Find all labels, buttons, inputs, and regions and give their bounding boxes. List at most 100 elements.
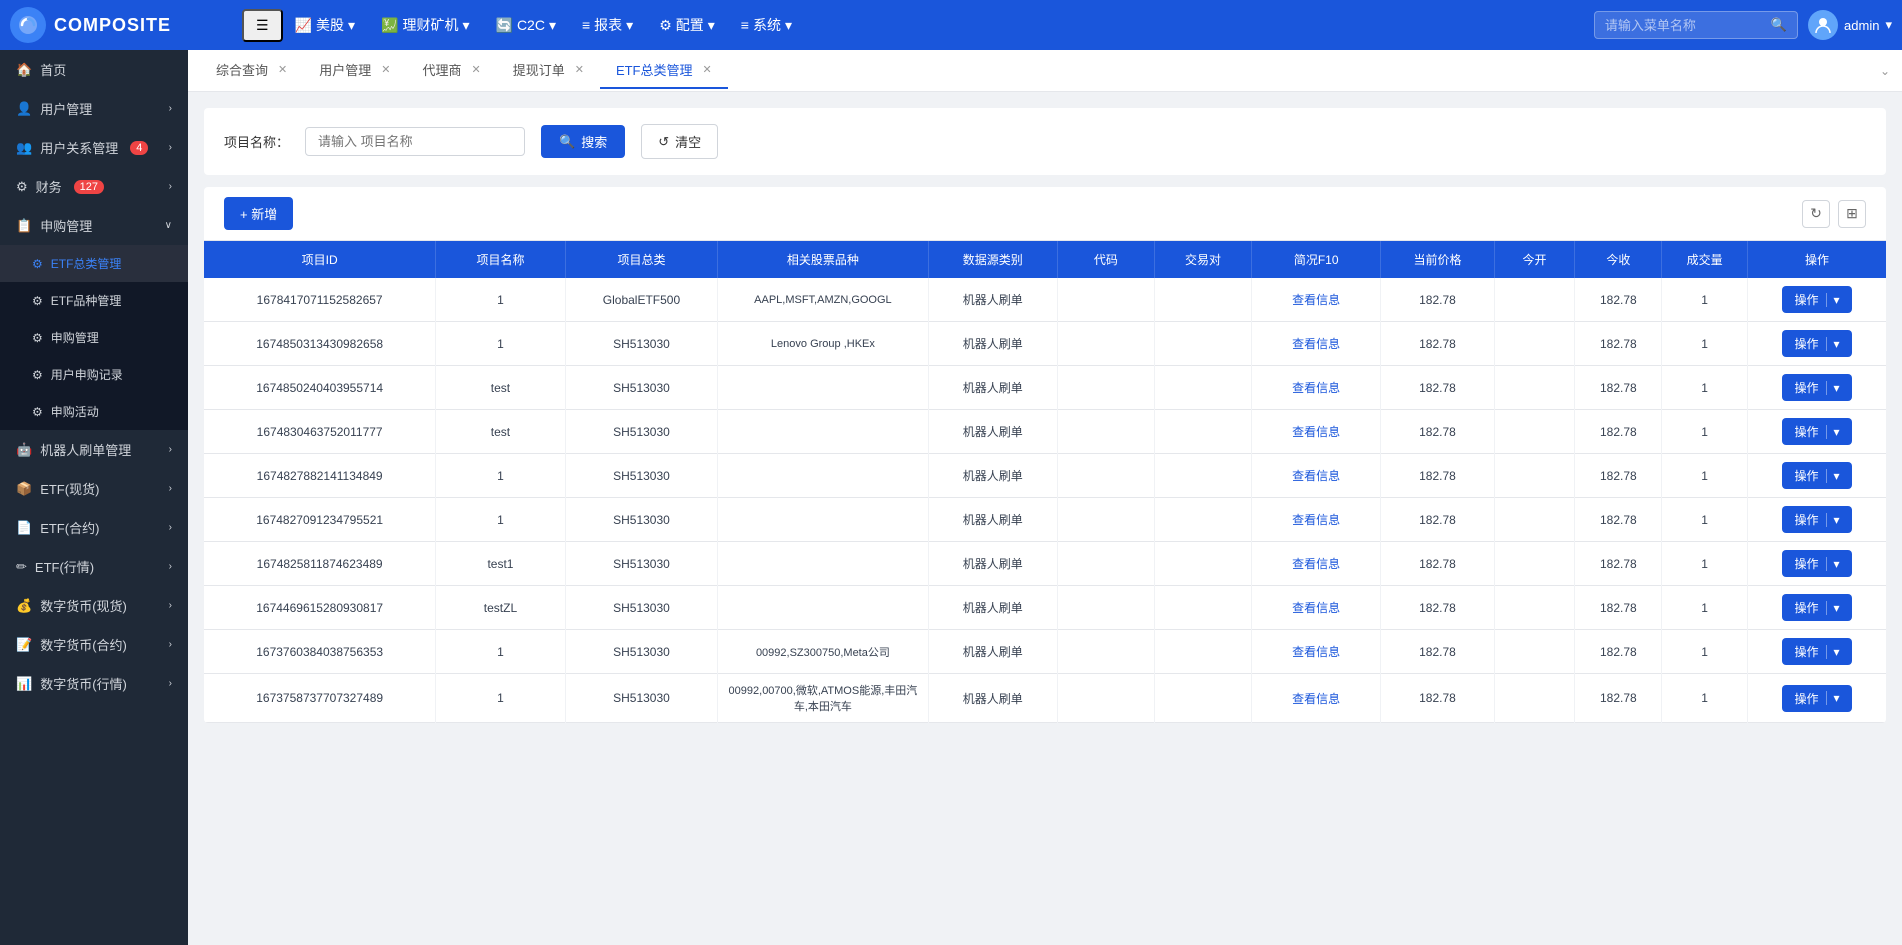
page-content: 项目名称： 🔍 搜索 ↺ 清空 + 新增 ↻ ⊞ bbox=[188, 92, 1902, 945]
operate-button[interactable]: 操作▾ bbox=[1782, 330, 1851, 357]
cell-f10[interactable]: 查看信息 bbox=[1251, 454, 1380, 498]
sidebar-item-subscription-mgmt[interactable]: ⚙ 申购管理 bbox=[0, 319, 188, 356]
cell-operate[interactable]: 操作▾ bbox=[1747, 586, 1886, 630]
search-button[interactable]: 🔍 搜索 bbox=[541, 125, 625, 158]
f10-link[interactable]: 查看信息 bbox=[1292, 425, 1340, 439]
f10-link[interactable]: 查看信息 bbox=[1292, 645, 1340, 659]
cell-open bbox=[1494, 586, 1575, 630]
cell-f10[interactable]: 查看信息 bbox=[1251, 278, 1380, 322]
sidebar-item-etf-category[interactable]: ⚙ ETF总类管理 bbox=[0, 245, 188, 282]
nav-item-mining[interactable]: 💹 理财矿机 ▾ bbox=[369, 9, 481, 41]
chevron-right-icon: › bbox=[169, 639, 172, 650]
nav-item-stocks[interactable]: 📈 美股 ▾ bbox=[283, 9, 367, 41]
cell-id: 1678417071152582657 bbox=[204, 278, 436, 322]
cell-id: 1674830463752011777 bbox=[204, 410, 436, 454]
clear-button[interactable]: ↺ 清空 bbox=[641, 124, 718, 159]
sidebar-item-user-relations[interactable]: 👥 用户关系管理 4 › bbox=[0, 128, 188, 167]
user-area[interactable]: admin ▾ bbox=[1808, 10, 1892, 40]
search-box[interactable]: 🔍 bbox=[1594, 11, 1798, 39]
cell-operate[interactable]: 操作▾ bbox=[1747, 366, 1886, 410]
cell-operate[interactable]: 操作▾ bbox=[1747, 410, 1886, 454]
tab-agent[interactable]: 代理商 ✕ bbox=[406, 52, 496, 89]
cell-operate[interactable]: 操作▾ bbox=[1747, 278, 1886, 322]
close-icon[interactable]: ✕ bbox=[575, 63, 584, 76]
cell-operate[interactable]: 操作▾ bbox=[1747, 542, 1886, 586]
chevron-down-icon: ▾ bbox=[1826, 293, 1839, 307]
cell-f10[interactable]: 查看信息 bbox=[1251, 586, 1380, 630]
operate-button[interactable]: 操作▾ bbox=[1782, 286, 1851, 313]
data-table-wrap: 项目ID 项目名称 项目总类 相关股票品种 数据源类别 代码 交易对 简况F10… bbox=[204, 241, 1886, 723]
sidebar-item-user-management[interactable]: 👤 用户管理 › bbox=[0, 89, 188, 128]
cell-open bbox=[1494, 630, 1575, 674]
f10-link[interactable]: 查看信息 bbox=[1292, 557, 1340, 571]
f10-link[interactable]: 查看信息 bbox=[1292, 513, 1340, 527]
cell-f10[interactable]: 查看信息 bbox=[1251, 322, 1380, 366]
search-input[interactable] bbox=[1605, 18, 1765, 33]
cell-open bbox=[1494, 322, 1575, 366]
cell-operate[interactable]: 操作▾ bbox=[1747, 454, 1886, 498]
f10-link[interactable]: 查看信息 bbox=[1292, 601, 1340, 615]
f10-link[interactable]: 查看信息 bbox=[1292, 381, 1340, 395]
nav-item-config[interactable]: ⚙ 配置 ▾ bbox=[647, 9, 727, 41]
operate-button[interactable]: 操作▾ bbox=[1782, 550, 1851, 577]
sidebar-item-home[interactable]: 🏠 首页 bbox=[0, 50, 188, 89]
nav-item-system[interactable]: ≡ 系统 ▾ bbox=[729, 9, 804, 41]
content-area: 综合查询 ✕ 用户管理 ✕ 代理商 ✕ 提现订单 ✕ ETF总类管理 ✕ ⌄ bbox=[188, 50, 1902, 945]
f10-link[interactable]: 查看信息 bbox=[1292, 469, 1340, 483]
tab-composite-query[interactable]: 综合查询 ✕ bbox=[200, 52, 303, 89]
sidebar-item-etf-variety[interactable]: ⚙ ETF品种管理 bbox=[0, 282, 188, 319]
operate-button[interactable]: 操作▾ bbox=[1782, 418, 1851, 445]
project-name-input[interactable] bbox=[305, 127, 525, 156]
tab-expand-button[interactable]: ⌄ bbox=[1880, 64, 1890, 78]
tab-etf-category[interactable]: ETF总类管理 ✕ bbox=[600, 52, 728, 89]
operate-button[interactable]: 操作▾ bbox=[1782, 638, 1851, 665]
close-icon[interactable]: ✕ bbox=[278, 63, 287, 76]
sidebar-item-crypto-spot[interactable]: 💰 数字货币(现货) › bbox=[0, 586, 188, 625]
finance-icon: ⚙ bbox=[16, 179, 28, 195]
cell-operate[interactable]: 操作▾ bbox=[1747, 630, 1886, 674]
add-button[interactable]: + 新增 bbox=[224, 197, 293, 230]
cell-price: 182.78 bbox=[1381, 454, 1494, 498]
sidebar-item-etf-market[interactable]: ✏ ETF(行情) › bbox=[0, 547, 188, 586]
mining-icon: 💹 bbox=[381, 17, 398, 34]
sidebar-item-finance[interactable]: ⚙ 财务 127 › bbox=[0, 167, 188, 206]
operate-button[interactable]: 操作▾ bbox=[1782, 594, 1851, 621]
sidebar-item-user-subscription-records[interactable]: ⚙ 用户申购记录 bbox=[0, 356, 188, 393]
chevron-right-icon: › bbox=[169, 103, 172, 114]
nav-item-report[interactable]: ≡ 报表 ▾ bbox=[570, 9, 645, 41]
f10-link[interactable]: 查看信息 bbox=[1292, 337, 1340, 351]
action-icons: ↻ ⊞ bbox=[1802, 200, 1866, 228]
cell-f10[interactable]: 查看信息 bbox=[1251, 498, 1380, 542]
cell-operate[interactable]: 操作▾ bbox=[1747, 322, 1886, 366]
tab-withdrawal[interactable]: 提现订单 ✕ bbox=[497, 52, 600, 89]
operate-button[interactable]: 操作▾ bbox=[1782, 685, 1851, 712]
sidebar-item-etf-spot[interactable]: 📦 ETF(现货) › bbox=[0, 469, 188, 508]
menu-toggle-button[interactable]: ☰ bbox=[242, 9, 283, 42]
cell-f10[interactable]: 查看信息 bbox=[1251, 366, 1380, 410]
cell-f10[interactable]: 查看信息 bbox=[1251, 674, 1380, 723]
th-trade-pair: 交易对 bbox=[1154, 241, 1251, 278]
cell-f10[interactable]: 查看信息 bbox=[1251, 542, 1380, 586]
f10-link[interactable]: 查看信息 bbox=[1292, 293, 1340, 307]
cell-operate[interactable]: 操作▾ bbox=[1747, 498, 1886, 542]
columns-button[interactable]: ⊞ bbox=[1838, 200, 1866, 228]
sidebar-item-robot[interactable]: 🤖 机器人刷单管理 › bbox=[0, 430, 188, 469]
f10-link[interactable]: 查看信息 bbox=[1292, 692, 1340, 706]
sidebar-item-subscription[interactable]: 📋 申购管理 ∨ bbox=[0, 206, 188, 245]
sidebar-item-subscription-activity[interactable]: ⚙ 申购活动 bbox=[0, 393, 188, 430]
operate-button[interactable]: 操作▾ bbox=[1782, 462, 1851, 489]
sidebar-item-crypto-market[interactable]: 📊 数字货币(行情) › bbox=[0, 664, 188, 703]
tab-user-management[interactable]: 用户管理 ✕ bbox=[303, 52, 406, 89]
sidebar-item-crypto-futures[interactable]: 📝 数字货币(合约) › bbox=[0, 625, 188, 664]
operate-button[interactable]: 操作▾ bbox=[1782, 374, 1851, 401]
sidebar-item-etf-futures[interactable]: 📄 ETF(合约) › bbox=[0, 508, 188, 547]
cell-f10[interactable]: 查看信息 bbox=[1251, 630, 1380, 674]
nav-item-c2c[interactable]: 🔄 C2C ▾ bbox=[484, 11, 568, 40]
close-icon[interactable]: ✕ bbox=[471, 63, 480, 76]
close-icon[interactable]: ✕ bbox=[703, 63, 712, 76]
cell-operate[interactable]: 操作▾ bbox=[1747, 674, 1886, 723]
refresh-button[interactable]: ↻ bbox=[1802, 200, 1830, 228]
operate-button[interactable]: 操作▾ bbox=[1782, 506, 1851, 533]
cell-f10[interactable]: 查看信息 bbox=[1251, 410, 1380, 454]
close-icon[interactable]: ✕ bbox=[381, 63, 390, 76]
